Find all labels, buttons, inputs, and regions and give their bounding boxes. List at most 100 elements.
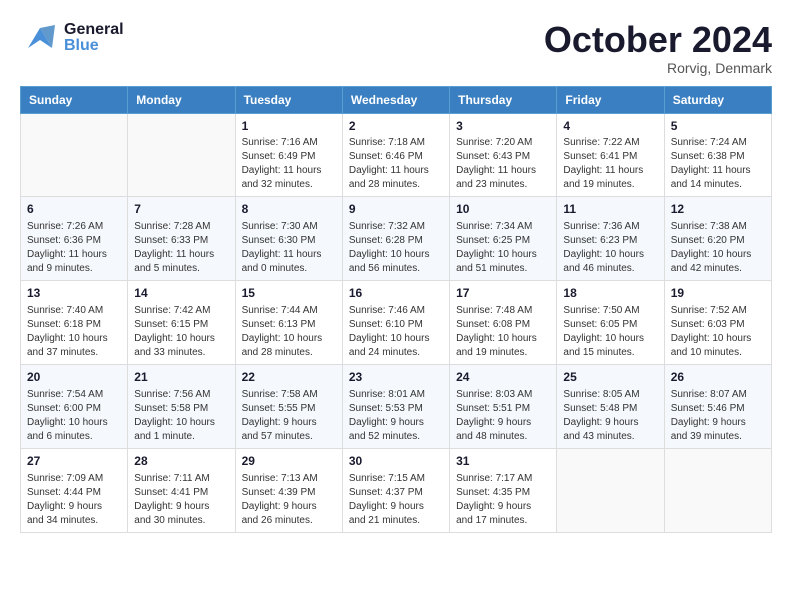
calendar-cell: 13Sunrise: 7:40 AMSunset: 6:18 PMDayligh…	[21, 281, 128, 365]
calendar-cell: 2Sunrise: 7:18 AMSunset: 6:46 PMDaylight…	[342, 113, 449, 197]
day-number: 30	[349, 453, 443, 470]
sunrise-text: Sunrise: 7:15 AM	[349, 473, 425, 484]
calendar-week-4: 20Sunrise: 7:54 AMSunset: 6:00 PMDayligh…	[21, 364, 772, 448]
calendar-cell: 26Sunrise: 8:07 AMSunset: 5:46 PMDayligh…	[664, 364, 771, 448]
calendar-cell: 29Sunrise: 7:13 AMSunset: 4:39 PMDayligh…	[235, 448, 342, 532]
logo-general-text: General	[64, 22, 124, 38]
sunset-text: Sunset: 6:43 PM	[456, 151, 530, 162]
sunset-text: Sunset: 6:13 PM	[242, 319, 316, 330]
daylight-text: Daylight: 10 hours and 37 minutes.	[27, 333, 108, 358]
day-number: 21	[134, 369, 228, 386]
sunrise-text: Sunrise: 8:03 AM	[456, 389, 532, 400]
sunset-text: Sunset: 6:46 PM	[349, 151, 423, 162]
daylight-text: Daylight: 11 hours and 19 minutes.	[563, 165, 643, 190]
sunrise-text: Sunrise: 7:58 AM	[242, 389, 318, 400]
day-number: 20	[27, 369, 121, 386]
sunrise-text: Sunrise: 7:54 AM	[27, 389, 103, 400]
day-number: 15	[242, 285, 336, 302]
logo-text: General Blue	[64, 22, 124, 54]
sunset-text: Sunset: 5:48 PM	[563, 403, 637, 414]
calendar-cell: 16Sunrise: 7:46 AMSunset: 6:10 PMDayligh…	[342, 281, 449, 365]
calendar-cell: 12Sunrise: 7:38 AMSunset: 6:20 PMDayligh…	[664, 197, 771, 281]
sunrise-text: Sunrise: 7:17 AM	[456, 473, 532, 484]
sunset-text: Sunset: 4:35 PM	[456, 487, 530, 498]
daylight-text: Daylight: 9 hours and 52 minutes.	[349, 417, 424, 442]
sunset-text: Sunset: 6:08 PM	[456, 319, 530, 330]
sunset-text: Sunset: 5:58 PM	[134, 403, 208, 414]
sunrise-text: Sunrise: 7:09 AM	[27, 473, 103, 484]
calendar-cell: 15Sunrise: 7:44 AMSunset: 6:13 PMDayligh…	[235, 281, 342, 365]
sunrise-text: Sunrise: 8:05 AM	[563, 389, 639, 400]
header-saturday: Saturday	[664, 86, 771, 113]
sunrise-text: Sunrise: 7:38 AM	[671, 221, 747, 232]
calendar-table: Sunday Monday Tuesday Wednesday Thursday…	[20, 86, 772, 533]
day-number: 6	[27, 201, 121, 218]
daylight-text: Daylight: 9 hours and 34 minutes.	[27, 501, 102, 526]
sunset-text: Sunset: 6:23 PM	[563, 235, 637, 246]
sunset-text: Sunset: 6:41 PM	[563, 151, 637, 162]
calendar-cell: 22Sunrise: 7:58 AMSunset: 5:55 PMDayligh…	[235, 364, 342, 448]
sunset-text: Sunset: 4:37 PM	[349, 487, 423, 498]
day-number: 5	[671, 118, 765, 135]
daylight-text: Daylight: 10 hours and 42 minutes.	[671, 249, 752, 274]
sunrise-text: Sunrise: 7:18 AM	[349, 137, 425, 148]
calendar-cell: 9Sunrise: 7:32 AMSunset: 6:28 PMDaylight…	[342, 197, 449, 281]
daylight-text: Daylight: 10 hours and 15 minutes.	[563, 333, 644, 358]
header-wednesday: Wednesday	[342, 86, 449, 113]
header-row: Sunday Monday Tuesday Wednesday Thursday…	[21, 86, 772, 113]
calendar-cell	[128, 113, 235, 197]
calendar-cell: 1Sunrise: 7:16 AMSunset: 6:49 PMDaylight…	[235, 113, 342, 197]
sunrise-text: Sunrise: 7:13 AM	[242, 473, 318, 484]
sunrise-text: Sunrise: 8:01 AM	[349, 389, 425, 400]
calendar-cell: 20Sunrise: 7:54 AMSunset: 6:00 PMDayligh…	[21, 364, 128, 448]
day-number: 2	[349, 118, 443, 135]
daylight-text: Daylight: 9 hours and 57 minutes.	[242, 417, 317, 442]
day-number: 9	[349, 201, 443, 218]
calendar-cell: 5Sunrise: 7:24 AMSunset: 6:38 PMDaylight…	[664, 113, 771, 197]
sunrise-text: Sunrise: 7:26 AM	[27, 221, 103, 232]
calendar-cell: 25Sunrise: 8:05 AMSunset: 5:48 PMDayligh…	[557, 364, 664, 448]
sunset-text: Sunset: 5:53 PM	[349, 403, 423, 414]
day-number: 4	[563, 118, 657, 135]
calendar-body: 1Sunrise: 7:16 AMSunset: 6:49 PMDaylight…	[21, 113, 772, 532]
daylight-text: Daylight: 11 hours and 14 minutes.	[671, 165, 751, 190]
daylight-text: Daylight: 9 hours and 26 minutes.	[242, 501, 317, 526]
day-number: 29	[242, 453, 336, 470]
sunrise-text: Sunrise: 7:40 AM	[27, 305, 103, 316]
sunrise-text: Sunrise: 7:48 AM	[456, 305, 532, 316]
daylight-text: Daylight: 9 hours and 39 minutes.	[671, 417, 746, 442]
sunrise-text: Sunrise: 7:44 AM	[242, 305, 318, 316]
daylight-text: Daylight: 10 hours and 6 minutes.	[27, 417, 108, 442]
daylight-text: Daylight: 9 hours and 30 minutes.	[134, 501, 209, 526]
daylight-text: Daylight: 11 hours and 23 minutes.	[456, 165, 536, 190]
daylight-text: Daylight: 11 hours and 5 minutes.	[134, 249, 214, 274]
calendar-cell: 28Sunrise: 7:11 AMSunset: 4:41 PMDayligh…	[128, 448, 235, 532]
calendar-cell: 4Sunrise: 7:22 AMSunset: 6:41 PMDaylight…	[557, 113, 664, 197]
daylight-text: Daylight: 10 hours and 24 minutes.	[349, 333, 430, 358]
sunrise-text: Sunrise: 7:16 AM	[242, 137, 318, 148]
calendar-cell	[557, 448, 664, 532]
sunset-text: Sunset: 6:25 PM	[456, 235, 530, 246]
calendar-cell: 14Sunrise: 7:42 AMSunset: 6:15 PMDayligh…	[128, 281, 235, 365]
title-area: October 2024 Rorvig, Denmark	[544, 20, 772, 76]
daylight-text: Daylight: 10 hours and 51 minutes.	[456, 249, 537, 274]
logo-bird-icon	[20, 20, 60, 56]
day-number: 28	[134, 453, 228, 470]
calendar-cell: 17Sunrise: 7:48 AMSunset: 6:08 PMDayligh…	[450, 281, 557, 365]
sunrise-text: Sunrise: 7:30 AM	[242, 221, 318, 232]
day-number: 18	[563, 285, 657, 302]
sunset-text: Sunset: 6:28 PM	[349, 235, 423, 246]
calendar-week-3: 13Sunrise: 7:40 AMSunset: 6:18 PMDayligh…	[21, 281, 772, 365]
header-thursday: Thursday	[450, 86, 557, 113]
sunset-text: Sunset: 6:49 PM	[242, 151, 316, 162]
calendar-cell: 27Sunrise: 7:09 AMSunset: 4:44 PMDayligh…	[21, 448, 128, 532]
day-number: 23	[349, 369, 443, 386]
calendar-cell: 24Sunrise: 8:03 AMSunset: 5:51 PMDayligh…	[450, 364, 557, 448]
daylight-text: Daylight: 10 hours and 33 minutes.	[134, 333, 215, 358]
header-tuesday: Tuesday	[235, 86, 342, 113]
logo-blue-text: Blue	[64, 38, 124, 54]
sunset-text: Sunset: 6:30 PM	[242, 235, 316, 246]
calendar-cell: 8Sunrise: 7:30 AMSunset: 6:30 PMDaylight…	[235, 197, 342, 281]
calendar-week-2: 6Sunrise: 7:26 AMSunset: 6:36 PMDaylight…	[21, 197, 772, 281]
day-number: 17	[456, 285, 550, 302]
